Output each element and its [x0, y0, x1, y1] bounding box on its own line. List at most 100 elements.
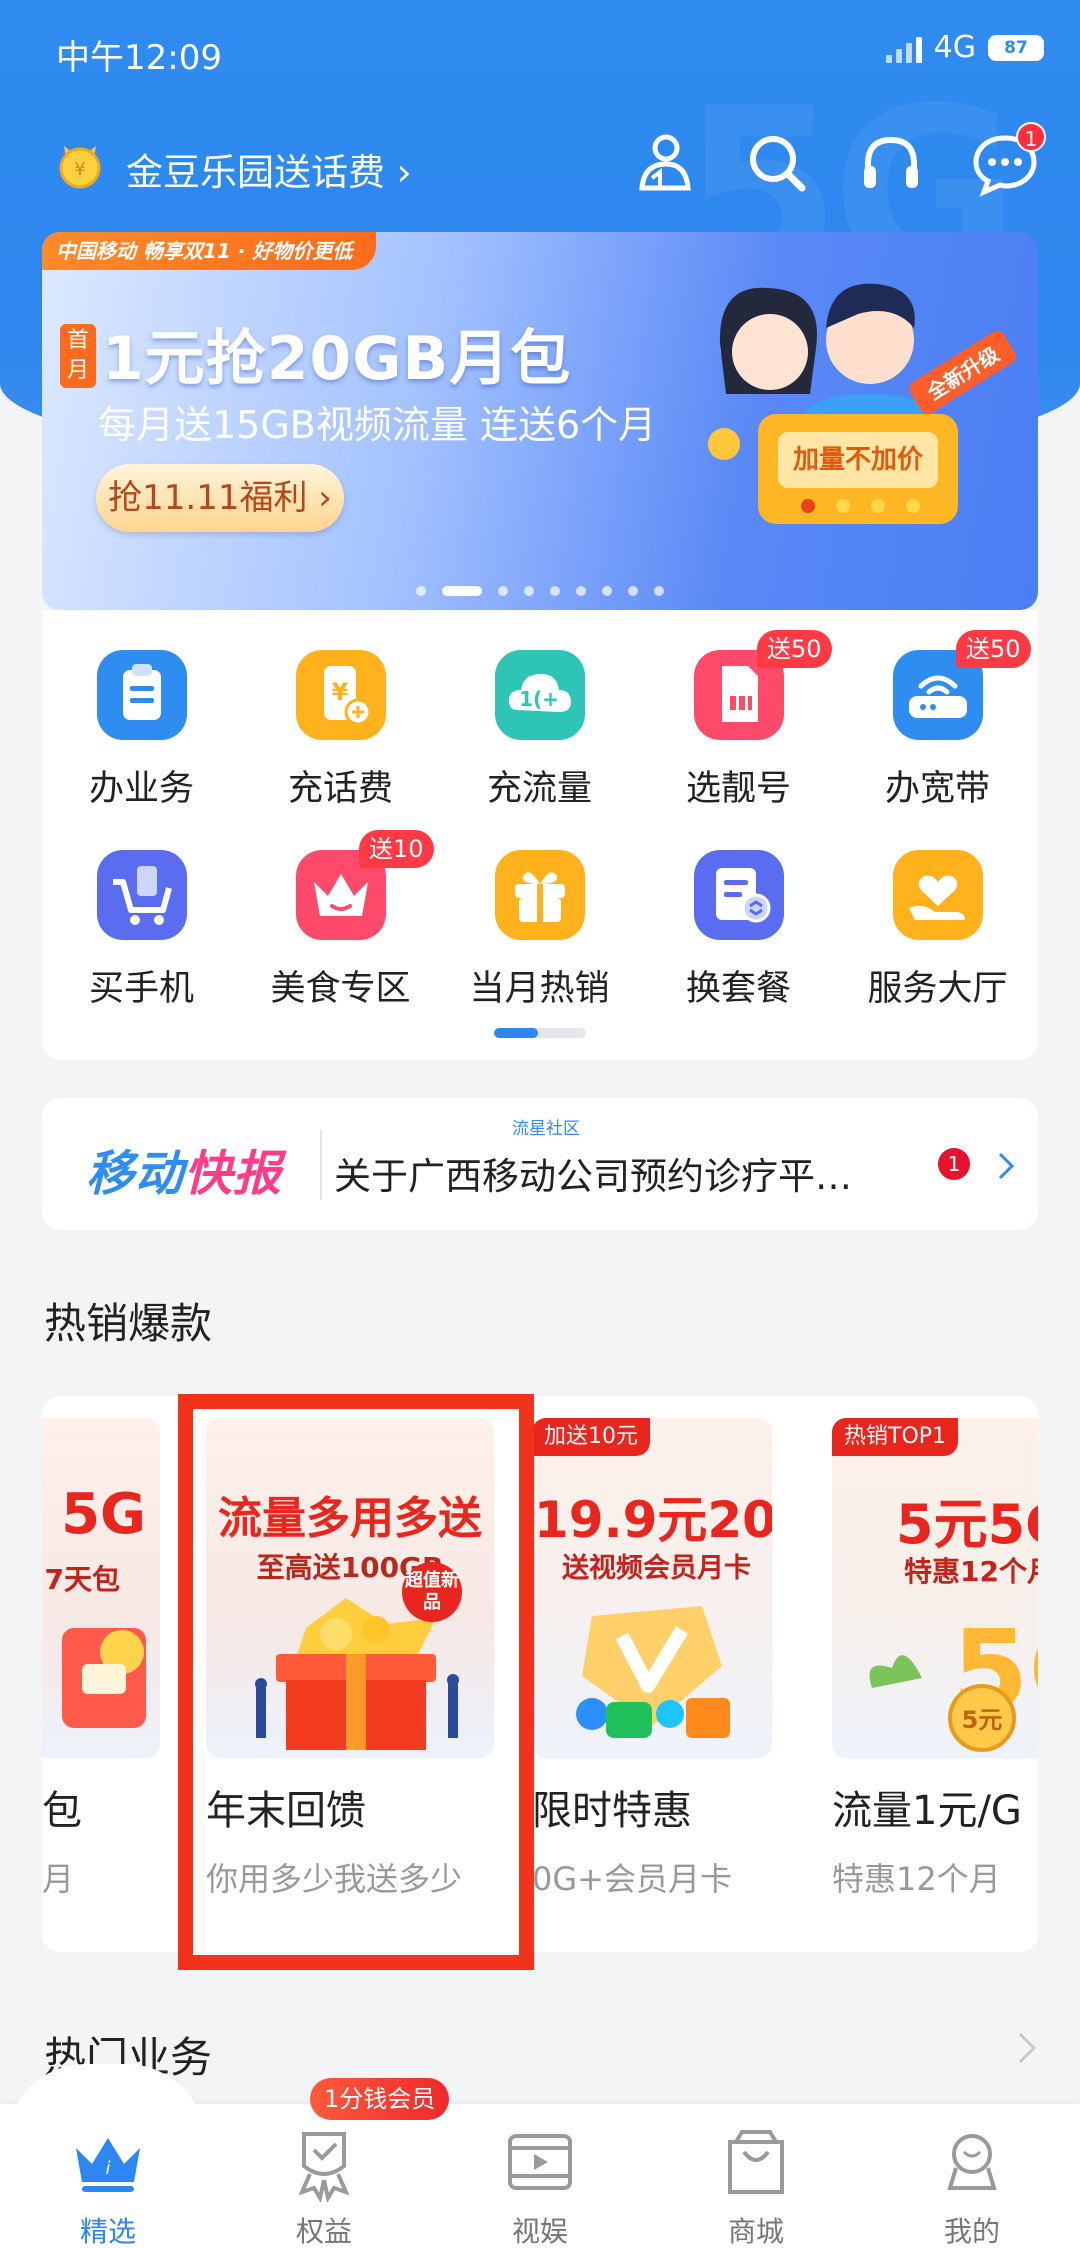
news-logo-part-a: 移动	[86, 1146, 185, 1202]
product-title: 流量1元/G	[832, 1788, 1022, 1834]
pagination-dot-active	[442, 586, 482, 596]
banner-illustration: 加量不加价 全新升级	[708, 283, 1016, 524]
service-item-buy-phone[interactable]: 买手机	[42, 850, 241, 1011]
service-item-food[interactable]: 美食专区 送10	[241, 830, 440, 1011]
service-badge: 送50	[757, 630, 832, 668]
crown-tab-icon: i	[76, 2138, 140, 2192]
promo-banner[interactable]: 中国移动 畅享双11 · 好物价更低 首月 1元抢20GB月包 每月送15GB视…	[42, 232, 1038, 610]
coin-label: 5元	[962, 1706, 1003, 1734]
product-desc: 特惠12个月	[832, 1860, 1001, 1898]
service-grid: 办业务 ¥ 充话费 1(+ 充流量 选靓号 送50 办宽带 送50 买手机 美食…	[42, 610, 1038, 1060]
product-tag: 加送10元	[532, 1418, 650, 1456]
product-title: 包	[42, 1788, 82, 1834]
chevron-right-icon: ›	[396, 151, 412, 194]
service-row-2: 买手机 美食专区 送10 当月热销 换套餐 服务大厅	[42, 830, 1038, 1011]
news-headline[interactable]: 关于广西移动公司预约诊疗平…	[334, 1146, 954, 1200]
selection-highlight-box	[178, 1394, 534, 1970]
tab-mall[interactable]: 商城	[648, 2122, 864, 2248]
svg-text:1(+: 1(+	[519, 687, 559, 711]
headset-icon[interactable]	[856, 128, 926, 198]
shopping-bag-icon	[728, 2130, 784, 2194]
5g-coin-illustration: 5G5元	[869, 1606, 1038, 1752]
service-label: 办宽带	[884, 769, 990, 809]
first-month-label: 首月	[60, 324, 96, 388]
vip-shield-illustration	[576, 1606, 730, 1738]
service-label: 办业务	[88, 769, 194, 809]
chevron-right-icon[interactable]	[1010, 2028, 1044, 2068]
product-card[interactable]: 加送10元 19.9元20G 送视频会员月卡 限时特惠 0G+会员月卡	[532, 1418, 772, 1900]
service-item-business[interactable]: 办业务	[42, 650, 241, 811]
package-switch-icon	[693, 850, 784, 940]
profile-icon	[947, 2134, 997, 2190]
message-button[interactable]: 1	[970, 122, 1046, 198]
status-bar: 中午12:09 4G 87	[0, 0, 1080, 100]
tab-me[interactable]: 我的	[864, 2122, 1080, 2248]
product-headline: 5G	[61, 1482, 146, 1547]
heart-hand-icon	[892, 850, 983, 940]
service-label: 换套餐	[685, 969, 791, 1009]
service-item-phone-bill[interactable]: ¥ 充话费	[241, 650, 440, 811]
chevron-right-icon[interactable]	[986, 1146, 1026, 1186]
svg-text:¥: ¥	[331, 678, 348, 706]
bottom-tab-bar: i 精选 权益 视娱 商城 我的 1分钱会员	[0, 2064, 1080, 2248]
pagination-dot	[628, 586, 638, 596]
gift-icon	[494, 850, 585, 940]
tab-label: 权益	[295, 2215, 352, 2248]
message-badge: 1	[1016, 122, 1046, 152]
service-label: 美食专区	[270, 969, 411, 1009]
banner-cta-button[interactable]: 抢11.11福利 ›	[96, 464, 344, 532]
product-card[interactable]: 5G 7天包 包 月	[42, 1418, 160, 1900]
service-label: 买手机	[88, 969, 194, 1009]
service-item-number[interactable]: 选靓号 送50	[639, 630, 838, 811]
news-logo-part-b: 快报	[184, 1146, 283, 1202]
promo-badge: 1分钱会员	[310, 2078, 450, 2120]
tab-benefits[interactable]: 权益	[216, 2122, 432, 2248]
search-icon[interactable]	[742, 128, 812, 198]
service-label: 充流量	[486, 769, 592, 809]
banner-tag: 中国移动 畅享双11 · 好物价更低	[42, 232, 377, 270]
product-headline: 5元5G	[896, 1493, 1038, 1556]
product-card[interactable]: 热销TOP1 5元5G 特惠12个月 5G5元 流量1元/G 特惠12个月	[832, 1418, 1038, 1900]
product-tag: 热销TOP1	[832, 1418, 959, 1456]
gold-bean-icon[interactable]: ¥	[54, 138, 106, 190]
service-label: 选靓号	[685, 769, 791, 809]
service-badge: 送10	[359, 830, 434, 868]
tab-label: 商城	[727, 2215, 784, 2248]
service-item-data[interactable]: 1(+ 充流量	[440, 650, 639, 811]
network-type: 4G	[933, 30, 976, 65]
service-badge: 送50	[956, 630, 1031, 668]
section-title-hot: 热销爆款	[44, 1299, 213, 1348]
news-badge: 1	[938, 1148, 970, 1180]
pagination-dot	[576, 586, 586, 596]
tab-label: 视娱	[511, 2215, 568, 2248]
svg-text:¥: ¥	[74, 159, 85, 180]
news-ticker[interactable]: 移动快报 流星社区 关于广西移动公司预约诊疗平… 1	[42, 1098, 1038, 1230]
gold-bean-park-link[interactable]: 金豆乐园送话费 ›	[126, 142, 412, 196]
clipboard-icon	[96, 650, 187, 740]
tab-label: 精选	[79, 2215, 136, 2248]
customer-avatar-icon[interactable]	[628, 128, 698, 198]
product-desc: 0G+会员月卡	[532, 1860, 732, 1898]
battery-level: 87	[1004, 37, 1028, 58]
pagination-dot	[654, 586, 664, 596]
news-divider	[320, 1130, 322, 1200]
banner-pagination	[42, 586, 1038, 596]
service-item-hot-sale[interactable]: 当月热销	[440, 850, 639, 1011]
tab-selected[interactable]: i 精选	[0, 2122, 216, 2248]
banner-title: 1元抢20GB月包	[102, 324, 572, 394]
pagination-dot	[416, 586, 426, 596]
product-headline: 19.9元20G	[534, 1491, 772, 1549]
service-item-change-plan[interactable]: 换套餐	[639, 850, 838, 1011]
service-item-service-hall[interactable]: 服务大厅	[838, 850, 1037, 1011]
tab-video[interactable]: 视娱	[432, 2122, 648, 2248]
product-image: 热销TOP1 5元5G 特惠12个月 5G5元	[832, 1418, 1038, 1758]
tab-label: 我的	[943, 2215, 1000, 2248]
gold-bean-park-title: 金豆乐园送话费	[126, 151, 385, 194]
service-label: 当月热销	[469, 969, 610, 1009]
news-logo: 移动快报	[86, 1134, 282, 1204]
service-item-broadband[interactable]: 办宽带 送50	[838, 630, 1037, 811]
app-screen: { "status": {"time": "中午12:09", "network…	[0, 0, 1080, 2248]
phone-bill-icon: ¥	[295, 650, 386, 740]
battery-icon: 87	[988, 34, 1044, 61]
data-cloud-icon: 1(+	[494, 650, 585, 740]
